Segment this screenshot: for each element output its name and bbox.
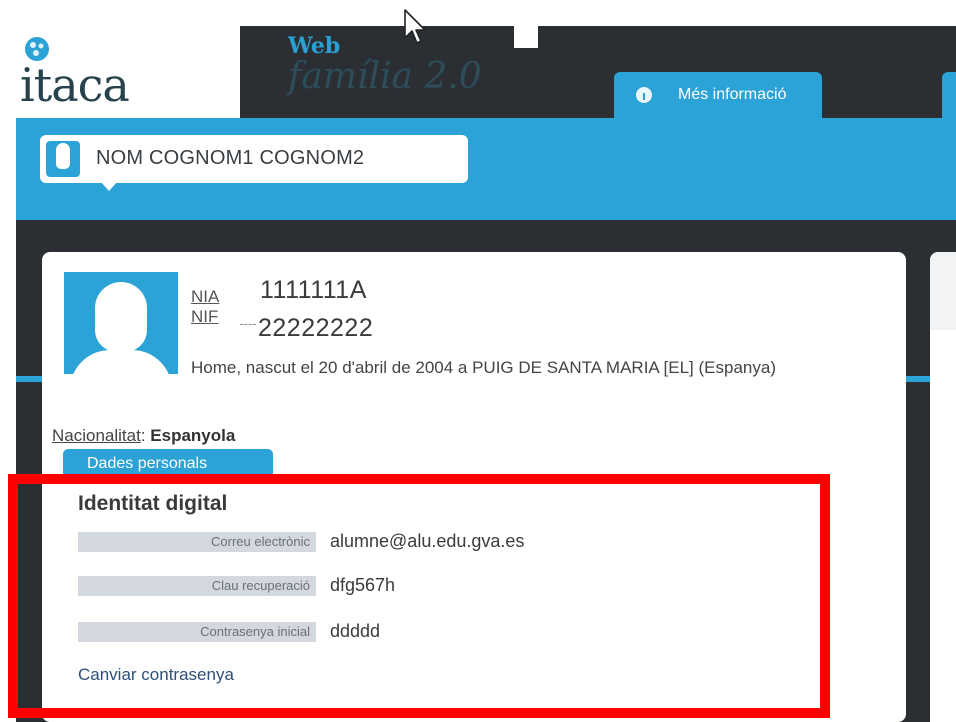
web-familia-brand: Web família 2.0 (288, 33, 482, 97)
nacionalitat-colon: : (140, 426, 151, 445)
mouse-pointer-icon (404, 9, 426, 44)
student-name-bubble: NOM COGNOM1 COGNOM2 (40, 135, 468, 191)
decorative-stripe-mid (906, 376, 930, 382)
nif-value: 22222222 (258, 314, 374, 342)
side-panel-header (930, 252, 956, 330)
itaca-logo[interactable]: itaca (18, 30, 178, 115)
contrasenya-inicial-label: Contrasenya inicial (78, 622, 316, 642)
canviar-contrasenya-link[interactable]: Canviar contrasenya (78, 665, 234, 685)
student-name: NOM COGNOM1 COGNOM2 (96, 147, 365, 169)
tab-mes-informacio-label: Més informació (678, 86, 787, 103)
nacionalitat-label: Nacionalitat (52, 426, 141, 445)
nif-label: NIF (191, 307, 219, 326)
header-notch (514, 26, 538, 48)
brand-web-word: Web (288, 33, 341, 59)
nif-separator (240, 324, 256, 325)
brand-familia-word: família 2.0 (288, 56, 482, 97)
correu-value: alumne@alu.edu.gva.es (330, 531, 525, 551)
contrasenya-inicial-value: ddddd (330, 621, 381, 641)
nia-value: 1111111A (260, 276, 367, 304)
student-avatar (64, 272, 178, 374)
birth-info: Home, nascut el 20 d'abril de 2004 a PUI… (191, 358, 776, 377)
tab-dades-personals-label: Dades personals (87, 455, 208, 472)
clau-recuperacio-label: Clau recuperació (78, 576, 316, 596)
clau-recuperacio-value: dfg567h (330, 575, 396, 595)
tab-dades-personals[interactable]: Dades personals (63, 449, 273, 475)
tab-mes-informacio[interactable]: Més informació (614, 72, 822, 118)
logo-text: itaca (20, 58, 130, 112)
decorative-stripe-left (16, 376, 42, 382)
identitat-digital-title: Identitat digital (78, 492, 228, 515)
nia-label: NIA (191, 287, 220, 306)
tab-partial-right[interactable] (942, 72, 956, 118)
nacionalitat-row: Nacionalitat: Espanyola (52, 426, 235, 446)
person-icon (46, 141, 80, 177)
info-icon (636, 87, 652, 103)
nacionalitat-value: Espanyola (150, 426, 236, 445)
correu-label: Correu electrònic (78, 532, 316, 552)
